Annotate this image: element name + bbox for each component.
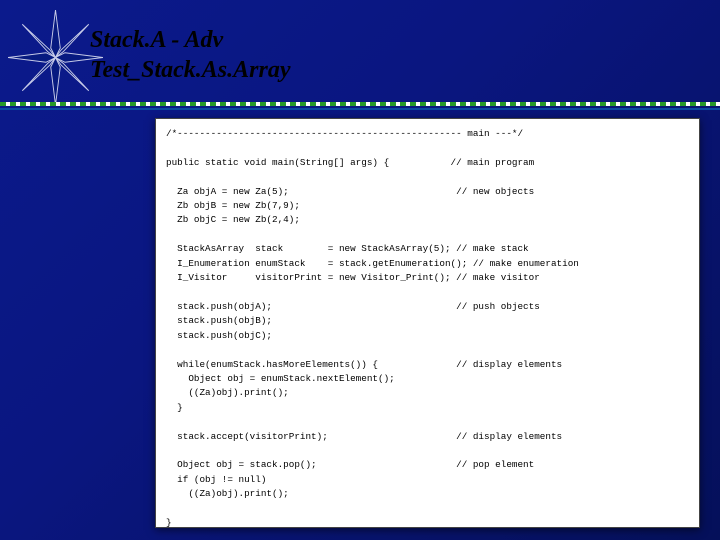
title-line-2: Test_Stack.As.Array [90, 55, 290, 85]
slide-title: Stack.A - Adv Test_Stack.As.Array [90, 25, 290, 85]
starburst-decoration [8, 10, 103, 105]
divider-rule [0, 102, 720, 114]
title-line-1: Stack.A - Adv [90, 25, 290, 55]
code-listing: /*--------------------------------------… [155, 118, 700, 528]
